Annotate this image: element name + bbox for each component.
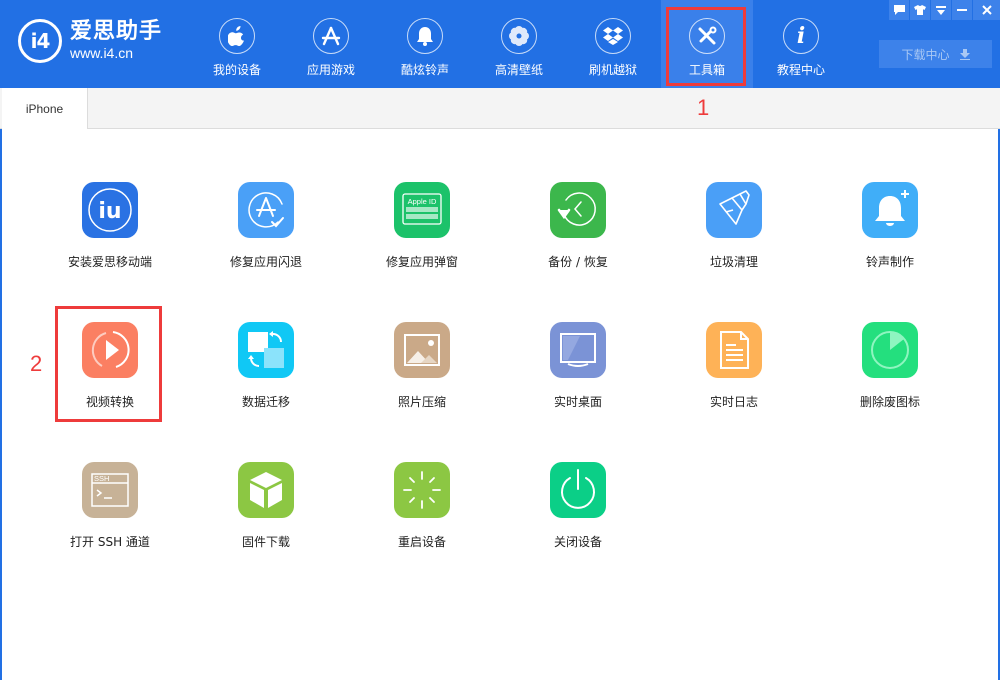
tool-label: 垃圾清理 xyxy=(709,255,758,269)
terminal-icon: SSH xyxy=(82,462,138,518)
tool-label: 实时日志 xyxy=(709,395,758,409)
app-title: 爱思助手 xyxy=(70,19,163,44)
tool-label: 铃声制作 xyxy=(865,255,914,269)
svg-text:SSH: SSH xyxy=(94,474,109,483)
info-icon: i xyxy=(783,18,819,54)
device-tab-bar: iPhone xyxy=(0,88,1000,129)
tool-label: 修复应用弹窗 xyxy=(385,255,458,269)
tool-realtime-screen[interactable]: 实时桌面 xyxy=(508,322,648,410)
broom-icon xyxy=(706,182,762,238)
skin-icon[interactable] xyxy=(910,0,930,20)
tool-label: 打开 SSH 通道 xyxy=(70,535,150,549)
tool-label: 数据迁移 xyxy=(241,395,290,409)
ringtone-add-icon xyxy=(862,182,918,238)
annotation-highlight-toolbox xyxy=(666,7,746,86)
tool-label: 修复应用闪退 xyxy=(229,255,302,269)
tool-realtime-log[interactable]: 实时日志 xyxy=(664,322,804,410)
tool-open-ssh[interactable]: SSH 打开 SSH 通道 xyxy=(40,462,180,550)
document-icon xyxy=(706,322,762,378)
tool-data-migration[interactable]: 数据迁移 xyxy=(196,322,336,410)
cube-icon xyxy=(238,462,294,518)
nav-wallpapers[interactable]: 高清壁纸 xyxy=(473,0,565,88)
toolbox-grid: iu 安装爱思移动端 修复应用闪退 Apple ID 修复应用弹窗 备份 / 恢… xyxy=(0,129,1000,680)
tool-label: 关闭设备 xyxy=(553,535,602,549)
bell-icon xyxy=(407,18,443,54)
power-icon xyxy=(550,462,606,518)
tool-ringtone-maker[interactable]: 铃声制作 xyxy=(820,182,960,270)
pie-timer-icon xyxy=(862,322,918,378)
tool-label: 重启设备 xyxy=(397,535,446,549)
data-migrate-icon xyxy=(238,322,294,378)
flower-icon xyxy=(501,18,537,54)
apple-id-icon: Apple ID xyxy=(394,182,450,238)
i4-app-icon: iu xyxy=(82,182,138,238)
tool-delete-dead-icons[interactable]: 删除废图标 xyxy=(820,322,960,410)
svg-text:iu: iu xyxy=(98,199,121,224)
tool-backup-restore[interactable]: 备份 / 恢复 xyxy=(508,182,648,270)
tool-photo-compress[interactable]: 照片压缩 xyxy=(352,322,492,410)
backup-restore-icon xyxy=(550,182,606,238)
tool-label: 照片压缩 xyxy=(397,395,446,409)
tool-firmware-download[interactable]: 固件下载 xyxy=(196,462,336,550)
app-logo: i4 爱思助手 www.i4.cn xyxy=(18,19,162,63)
window-controls xyxy=(888,0,1000,20)
top-bar: i4 爱思助手 www.i4.cn 我的设备 应用游戏 酷炫铃声 高清壁纸 刷机… xyxy=(0,0,1000,88)
tool-fix-app-crash[interactable]: 修复应用闪退 xyxy=(196,182,336,270)
nav-label: 刷机越狱 xyxy=(588,63,637,77)
tab-iphone[interactable]: iPhone xyxy=(2,88,88,129)
nav-label: 教程中心 xyxy=(776,63,825,77)
nav-tutorials[interactable]: i 教程中心 xyxy=(755,0,847,88)
nav-label: 应用游戏 xyxy=(306,63,355,77)
app-url: www.i4.cn xyxy=(70,45,134,61)
minimize-button[interactable] xyxy=(952,0,972,20)
menu-icon[interactable] xyxy=(931,0,951,20)
nav-flash-jailbreak[interactable]: 刷机越狱 xyxy=(567,0,659,88)
annotation-highlight-video-convert xyxy=(55,306,162,422)
tool-restart-device[interactable]: 重启设备 xyxy=(352,462,492,550)
feedback-icon[interactable] xyxy=(889,0,909,20)
nav-my-device[interactable]: 我的设备 xyxy=(191,0,283,88)
tool-label: 备份 / 恢复 xyxy=(548,255,608,269)
annotation-step-2: 2 xyxy=(30,351,43,376)
nav-apps-games[interactable]: 应用游戏 xyxy=(285,0,377,88)
tool-label: 删除废图标 xyxy=(859,395,920,409)
photo-icon xyxy=(394,322,450,378)
close-button[interactable] xyxy=(973,0,1000,20)
tool-label: 实时桌面 xyxy=(553,395,602,409)
app-store-icon xyxy=(313,18,349,54)
nav-label: 我的设备 xyxy=(212,63,261,77)
nav-ringtones[interactable]: 酷炫铃声 xyxy=(379,0,471,88)
dropbox-icon xyxy=(595,18,631,54)
nav-label: 高清壁纸 xyxy=(494,63,543,77)
apple-icon xyxy=(219,18,255,54)
download-center-button[interactable]: 下载中心 xyxy=(879,40,992,68)
tool-label: 安装爱思移动端 xyxy=(67,255,152,269)
download-icon xyxy=(959,48,970,60)
tool-label: 固件下载 xyxy=(241,535,290,549)
monitor-icon xyxy=(550,322,606,378)
app-repair-icon xyxy=(238,182,294,238)
nav-label: 酷炫铃声 xyxy=(400,63,449,77)
tool-junk-cleanup[interactable]: 垃圾清理 xyxy=(664,182,804,270)
tool-fix-app-popup[interactable]: Apple ID 修复应用弹窗 xyxy=(352,182,492,270)
download-center-label: 下载中心 xyxy=(901,47,950,62)
annotation-step-1: 1 xyxy=(697,95,710,120)
tool-install-i4-mobile[interactable]: iu 安装爱思移动端 xyxy=(40,182,180,270)
svg-text:Apple ID: Apple ID xyxy=(408,197,437,206)
tool-shutdown-device[interactable]: 关闭设备 xyxy=(508,462,648,550)
i4-logo-icon: i4 xyxy=(18,19,62,63)
loading-icon xyxy=(394,462,450,518)
